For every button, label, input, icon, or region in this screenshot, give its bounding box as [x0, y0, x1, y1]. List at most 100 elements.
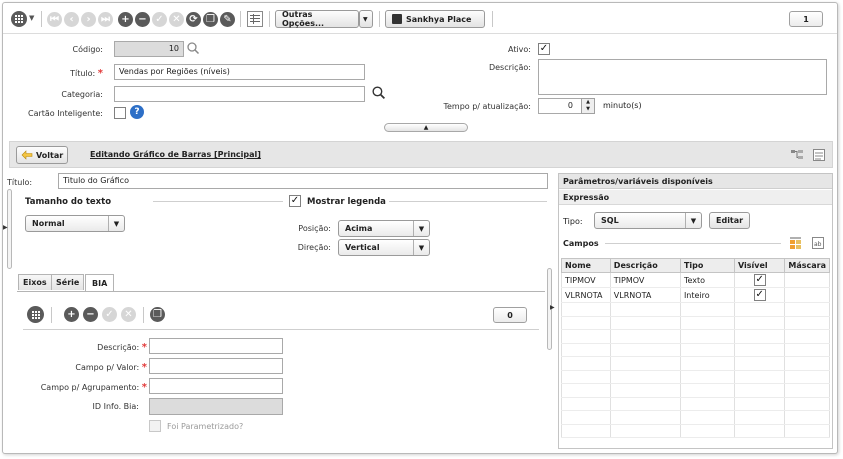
cell-mascara	[784, 287, 830, 303]
required-marker: *	[97, 68, 103, 79]
tab-eixos[interactable]: Eixos	[18, 274, 52, 290]
posicao-select[interactable]: Acima ▼	[338, 220, 430, 237]
tab-bia[interactable]: BIA	[85, 274, 115, 292]
ativo-checkbox[interactable]: ✓	[538, 43, 550, 55]
back-arrow-icon	[21, 150, 33, 160]
sankhya-place-label: Sankhya Place	[406, 14, 472, 24]
back-button[interactable]: Voltar	[16, 146, 69, 164]
posicao-label: Posição:	[298, 224, 331, 233]
attach-icon[interactable]: ✎	[220, 12, 235, 27]
column-header[interactable]: Descrição	[609, 258, 681, 273]
config-tabs: Eixos Série BIA + − ✓ ✕ ❐ 0 Descrição: *…	[17, 273, 547, 450]
cell-visivel: ✓	[733, 287, 786, 303]
app-frame: ▼ ⏮ ‹ › ⏭ + − ✓ ✕ ⟳ ❐ ✎ Outras Opções...…	[2, 2, 838, 454]
tamanho-select[interactable]: Normal ▼	[25, 215, 125, 232]
campo-valor-field[interactable]	[149, 358, 283, 374]
titulo-field[interactable]: Vendas por Regiões (níveis)	[114, 64, 365, 80]
last-record-icon[interactable]: ⏭	[98, 12, 113, 27]
chart-title-label: Título:	[7, 178, 33, 187]
table-row	[561, 343, 830, 357]
toolbar-separator	[143, 307, 144, 323]
add-icon[interactable]: +	[118, 12, 133, 27]
editar-button[interactable]: Editar	[709, 212, 751, 229]
edit-bar: Voltar Editando Gráfico de Barras [Princ…	[9, 141, 833, 168]
collapse-header-button[interactable]: ▲	[384, 123, 468, 132]
foi-param-checkbox[interactable]	[149, 420, 161, 432]
toolbar-separator	[379, 11, 380, 27]
tree-icon[interactable]	[790, 148, 804, 164]
more-options-button[interactable]: Outras Opções...	[275, 10, 359, 28]
cell-tipo: Texto	[679, 272, 735, 288]
remove-icon[interactable]: −	[83, 307, 98, 322]
toolbar-separator	[240, 11, 241, 27]
chevron-down-icon: ▼	[108, 216, 124, 231]
categoria-label: Categoria:	[61, 90, 103, 99]
tab-serie[interactable]: Série	[51, 274, 85, 290]
direcao-value: Vertical	[345, 243, 380, 252]
list-view-icon[interactable]	[812, 148, 826, 164]
search-icon[interactable]	[186, 41, 200, 57]
categoria-field[interactable]	[114, 86, 365, 102]
svg-text:ab: ab	[814, 241, 822, 248]
cancel-icon[interactable]: ✕	[121, 307, 136, 322]
cancel-icon[interactable]: ✕	[169, 12, 184, 27]
direcao-select[interactable]: Vertical ▼	[338, 239, 430, 256]
table-row	[561, 329, 830, 344]
codigo-field[interactable]: 10	[114, 41, 184, 57]
chevron-down-icon[interactable]: ▼	[29, 14, 34, 22]
required-marker: *	[141, 362, 147, 373]
table-row[interactable]: TIPMOV TIPMOV Texto ✓	[561, 272, 830, 288]
copy-icon[interactable]: ❐	[150, 307, 165, 322]
confirm-icon[interactable]: ✓	[102, 307, 117, 322]
table-header-row: Nome Descrição Tipo Visível Máscara	[561, 258, 830, 273]
sankhya-place-button[interactable]: Sankhya Place	[385, 10, 485, 28]
column-header[interactable]: Máscara	[784, 258, 830, 273]
previous-record-icon[interactable]: ‹	[64, 12, 79, 27]
field-list-icon[interactable]: ab	[811, 236, 825, 252]
bia-counter[interactable]: 0	[493, 307, 527, 323]
legenda-checkbox[interactable]: ✓	[289, 195, 301, 207]
more-options-label: Outras Opções...	[282, 10, 325, 28]
descricao-label: Descrição:	[488, 63, 531, 72]
search-icon[interactable]	[371, 85, 386, 102]
column-header[interactable]: Nome	[561, 258, 611, 273]
confirm-icon[interactable]: ✓	[152, 12, 167, 27]
visivel-checkbox[interactable]: ✓	[753, 289, 766, 301]
sankhya-place-icon	[392, 14, 402, 24]
expand-left-icon[interactable]: ▶	[3, 224, 8, 231]
toolbar-separator	[269, 11, 270, 27]
import-fields-icon[interactable]	[789, 236, 803, 252]
section-line	[605, 243, 781, 244]
refresh-icon[interactable]: ⟳	[186, 12, 201, 27]
help-icon[interactable]: ?	[130, 105, 144, 119]
column-header[interactable]: Visível	[733, 258, 786, 273]
campo-valor-label: Campo p/ Valor: *	[75, 362, 147, 373]
visivel-checkbox[interactable]: ✓	[753, 274, 766, 286]
tempo-field[interactable]: 0	[538, 98, 582, 114]
descricao-field[interactable]	[538, 59, 827, 95]
back-label: Voltar	[36, 150, 64, 160]
first-record-icon[interactable]: ⏮	[47, 12, 62, 27]
more-options-dropdown[interactable]: ▼	[359, 10, 373, 28]
bia-descricao-field[interactable]	[149, 338, 283, 354]
grid-menu-icon[interactable]	[11, 11, 27, 27]
next-record-icon[interactable]: ›	[81, 12, 96, 27]
copy-icon[interactable]: ❐	[203, 12, 218, 27]
grid-menu-icon[interactable]	[27, 306, 44, 323]
cell-descricao: TIPMOV	[609, 272, 681, 288]
table-row[interactable]: VLRNOTA VLRNOTA Inteiro ✓	[561, 287, 830, 303]
grid-view-icon[interactable]	[247, 11, 263, 27]
cartao-checkbox[interactable]	[114, 107, 126, 119]
column-header[interactable]: Tipo	[679, 258, 735, 273]
record-counter[interactable]: 1	[789, 11, 823, 27]
campo-agrup-field[interactable]	[149, 378, 283, 394]
tamanho-value: Normal	[32, 219, 65, 228]
expand-right-icon[interactable]: ▶	[550, 304, 555, 311]
params-panel: Parâmetros/variáveis disponíveis Express…	[558, 173, 833, 449]
add-icon[interactable]: +	[64, 307, 79, 322]
tipo-select[interactable]: SQL ▼	[594, 212, 702, 229]
remove-icon[interactable]: −	[135, 12, 150, 27]
tempo-stepper[interactable]: ▲ ▼	[581, 98, 595, 114]
chart-title-field[interactable]: Titulo do Gráfico	[58, 173, 548, 189]
fields-table: Nome Descrição Tipo Visível Máscara TIPM…	[561, 258, 830, 438]
